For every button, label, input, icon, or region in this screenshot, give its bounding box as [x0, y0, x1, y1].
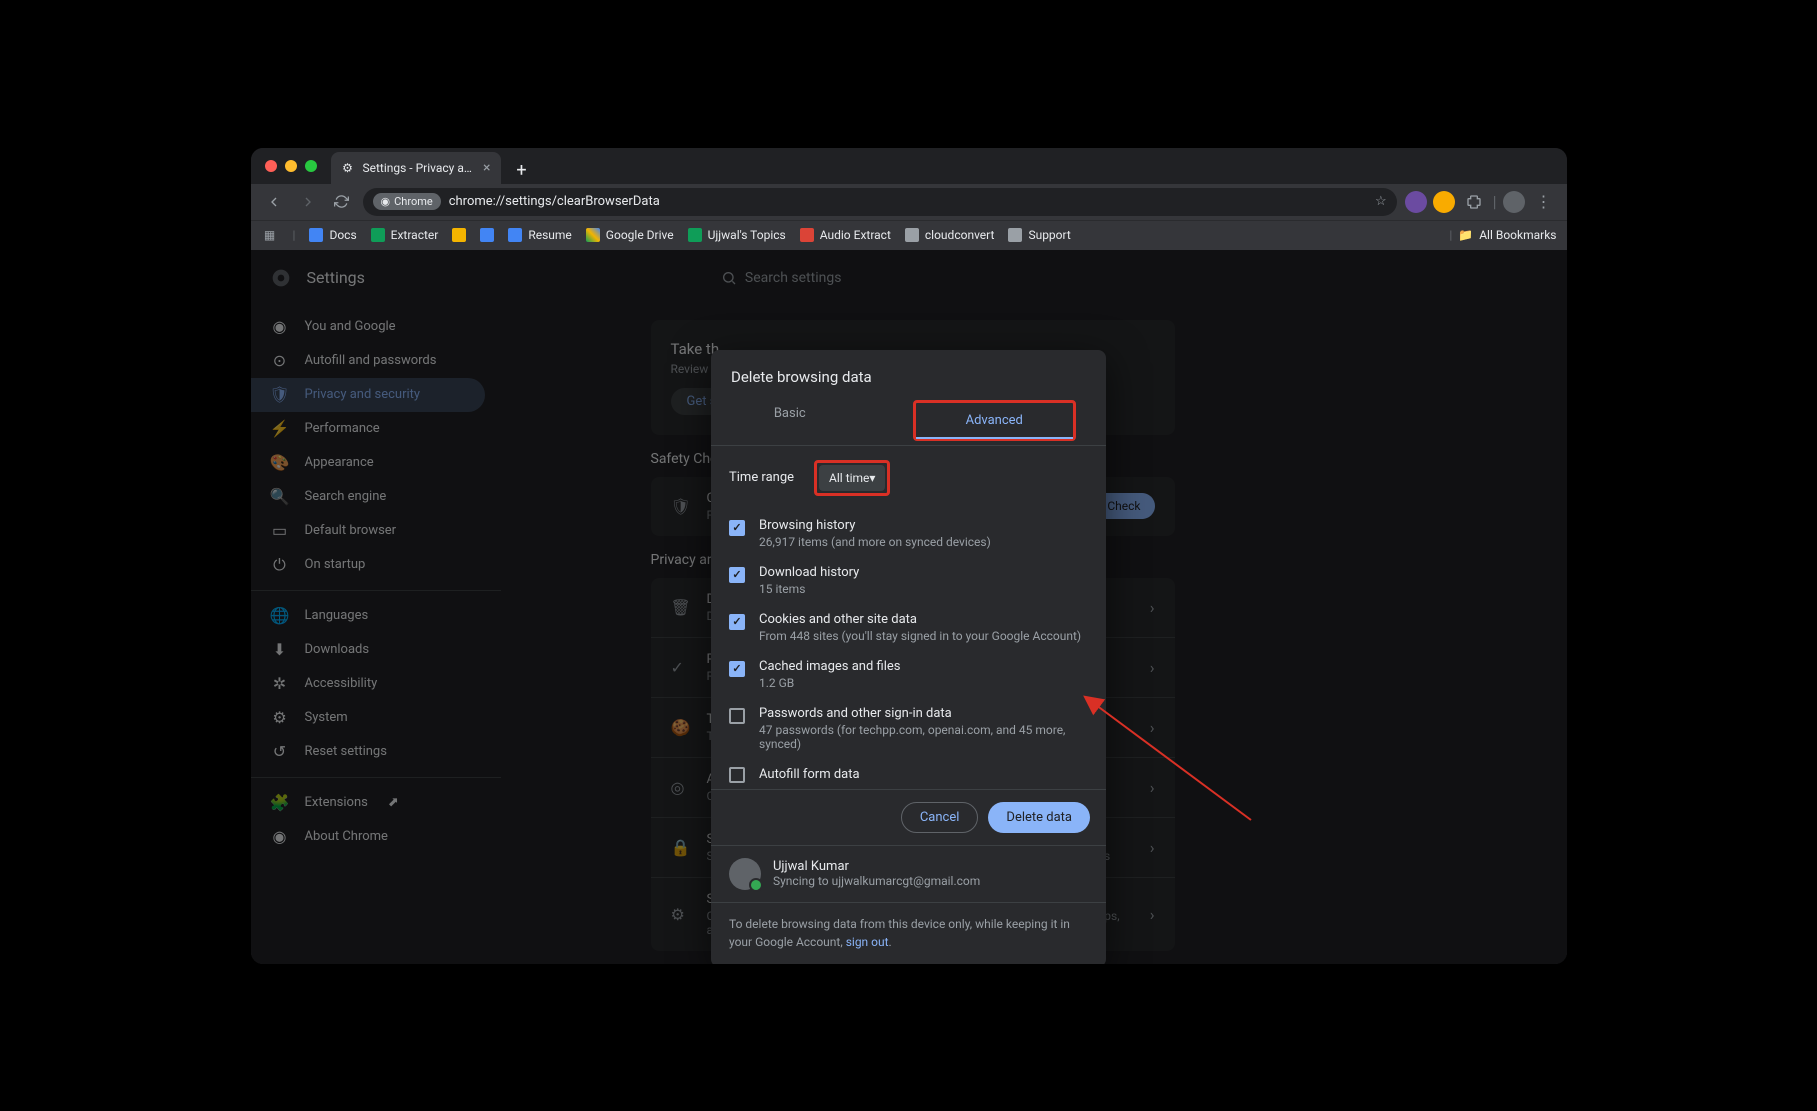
dialog-tabs: Basic Advanced	[711, 396, 1106, 446]
bookmark-drive[interactable]: Google Drive	[586, 228, 674, 242]
new-tab-button[interactable]: +	[509, 158, 535, 184]
checkbox[interactable]	[729, 767, 745, 783]
all-bookmarks-button[interactable]: 📁All Bookmarks	[1458, 228, 1556, 242]
user-name: Ujjwal Kumar	[773, 859, 980, 874]
tab-title: Settings - Privacy and security	[363, 161, 476, 175]
opt-browsing-history[interactable]: Browsing history26,917 items (and more o…	[729, 510, 1088, 557]
url-text: chrome://settings/clearBrowserData	[449, 194, 1367, 209]
extensions-button[interactable]	[1461, 189, 1487, 215]
opt-autofill[interactable]: Autofill form data	[729, 759, 1088, 783]
dialog-buttons: Cancel Delete data	[711, 790, 1106, 845]
bookmark-resume[interactable]: Resume	[508, 228, 571, 242]
toolbar: ◉Chrome chrome://settings/clearBrowserDa…	[251, 184, 1567, 220]
dialog-title: Delete browsing data	[711, 350, 1106, 396]
bookmark-cloud[interactable]: cloudconvert	[905, 228, 995, 242]
forward-button[interactable]	[295, 189, 321, 215]
dialog-footer-text: To delete browsing data from this device…	[711, 902, 1106, 964]
traffic-lights	[265, 160, 317, 172]
time-range-row: Time range All time▾	[711, 446, 1106, 510]
opt-cached-images[interactable]: Cached images and files1.2 GB	[729, 651, 1088, 698]
url-bar[interactable]: ◉Chrome chrome://settings/clearBrowserDa…	[363, 188, 1397, 216]
bookmark-doc[interactable]	[480, 228, 494, 242]
dialog-overlay: Delete browsing data Basic Advanced Time…	[251, 250, 1567, 964]
checkbox[interactable]	[729, 567, 745, 583]
tab-bar: ⚙ Settings - Privacy and security × +	[251, 148, 1567, 184]
chrome-icon: ◉	[381, 195, 391, 208]
checkbox[interactable]	[729, 520, 745, 536]
browser-window: ⚙ Settings - Privacy and security × + ◉C…	[251, 148, 1567, 964]
options-list: Browsing history26,917 items (and more o…	[711, 510, 1106, 783]
settings-content: Settings Search settings ◉You and Google…	[251, 250, 1567, 964]
bookmark-slides[interactable]	[452, 228, 466, 242]
bookmark-star-icon[interactable]: ☆	[1375, 194, 1387, 209]
time-range-select[interactable]: All time▾	[819, 465, 885, 491]
checkbox[interactable]	[729, 614, 745, 630]
user-sync-status: Syncing to ujjwalkumarcgt@gmail.com	[773, 874, 980, 888]
checkbox[interactable]	[729, 708, 745, 724]
opt-passwords[interactable]: Passwords and other sign-in data47 passw…	[729, 698, 1088, 759]
cancel-button[interactable]: Cancel	[901, 802, 979, 833]
bookmark-topics[interactable]: Ujjwal's Topics	[688, 228, 786, 242]
gear-icon: ⚙	[341, 161, 355, 175]
close-window-button[interactable]	[265, 160, 277, 172]
user-avatar	[729, 858, 761, 890]
browser-tab[interactable]: ⚙ Settings - Privacy and security ×	[331, 152, 501, 184]
checkbox[interactable]	[729, 661, 745, 677]
folder-icon: 📁	[1458, 228, 1473, 242]
apps-grid-icon[interactable]: ▦	[261, 226, 279, 244]
tab-advanced[interactable]: Advanced	[916, 403, 1074, 438]
bookmark-extracter[interactable]: Extracter	[371, 228, 439, 242]
sign-out-link[interactable]: sign out	[846, 935, 889, 949]
bookmark-support[interactable]: Support	[1008, 228, 1070, 242]
annotation-arrow	[1081, 690, 1261, 830]
security-chip[interactable]: ◉Chrome	[373, 193, 441, 210]
bookmarks-bar: ▦ | Docs Extracter Resume Google Drive U…	[251, 220, 1567, 250]
delete-data-button[interactable]: Delete data	[988, 802, 1090, 833]
user-row: Ujjwal KumarSyncing to ujjwalkumarcgt@gm…	[711, 845, 1106, 902]
reload-button[interactable]	[329, 189, 355, 215]
opt-cookies[interactable]: Cookies and other site dataFrom 448 site…	[729, 604, 1088, 651]
maximize-window-button[interactable]	[305, 160, 317, 172]
profile-avatar[interactable]	[1503, 191, 1525, 213]
time-range-label: Time range	[729, 470, 794, 485]
extension-2[interactable]	[1433, 191, 1455, 213]
chevron-down-icon: ▾	[869, 471, 875, 485]
delete-browsing-data-dialog: Delete browsing data Basic Advanced Time…	[711, 350, 1106, 964]
back-button[interactable]	[261, 189, 287, 215]
extension-1[interactable]	[1405, 191, 1427, 213]
tab-basic[interactable]: Basic	[711, 396, 869, 445]
opt-download-history[interactable]: Download history15 items	[729, 557, 1088, 604]
menu-button[interactable]: ⋮	[1531, 189, 1557, 215]
sync-badge-icon	[749, 878, 763, 892]
toolbar-right: | ⋮	[1405, 189, 1557, 215]
minimize-window-button[interactable]	[285, 160, 297, 172]
close-tab-button[interactable]: ×	[483, 160, 490, 176]
bookmark-audio[interactable]: Audio Extract	[800, 228, 891, 242]
bookmark-docs[interactable]: Docs	[309, 228, 356, 242]
